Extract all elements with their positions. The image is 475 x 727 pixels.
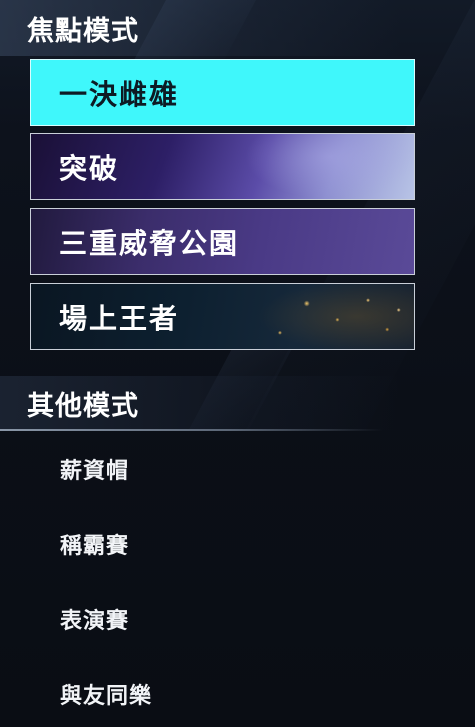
- mode-card-label: 突破: [59, 151, 120, 185]
- other-mode-exhibition[interactable]: 表演賽: [60, 603, 129, 635]
- mode-card-label: 一決雌雄: [59, 77, 180, 111]
- other-mode-play-with-friends[interactable]: 與友同樂: [60, 678, 152, 710]
- other-mode-salary-cap[interactable]: 薪資帽: [60, 453, 129, 485]
- other-mode-domination[interactable]: 稱霸賽: [60, 528, 129, 560]
- section-divider: [0, 429, 383, 431]
- mode-card-showdown[interactable]: 一決雌雄: [30, 59, 415, 126]
- mode-card-breakout[interactable]: 突破: [30, 133, 415, 200]
- mode-card-triple-threat-park[interactable]: 三重威脅公園: [30, 208, 415, 275]
- featured-modes-header: 焦點模式: [0, 0, 400, 56]
- mode-select-panel: 焦點模式 一決雌雄 突破 三重威脅公園 場上王者 其他模式 薪資帽 稱霸賽 表演…: [0, 0, 475, 727]
- mode-card-label: 三重威脅公園: [59, 226, 240, 260]
- featured-modes-title: 焦點模式: [27, 15, 139, 47]
- mode-card-label: 場上王者: [59, 301, 180, 335]
- other-modes-title: 其他模式: [27, 390, 139, 422]
- mode-card-king-of-the-court[interactable]: 場上王者: [30, 283, 415, 350]
- other-modes-header: 其他模式: [0, 376, 400, 430]
